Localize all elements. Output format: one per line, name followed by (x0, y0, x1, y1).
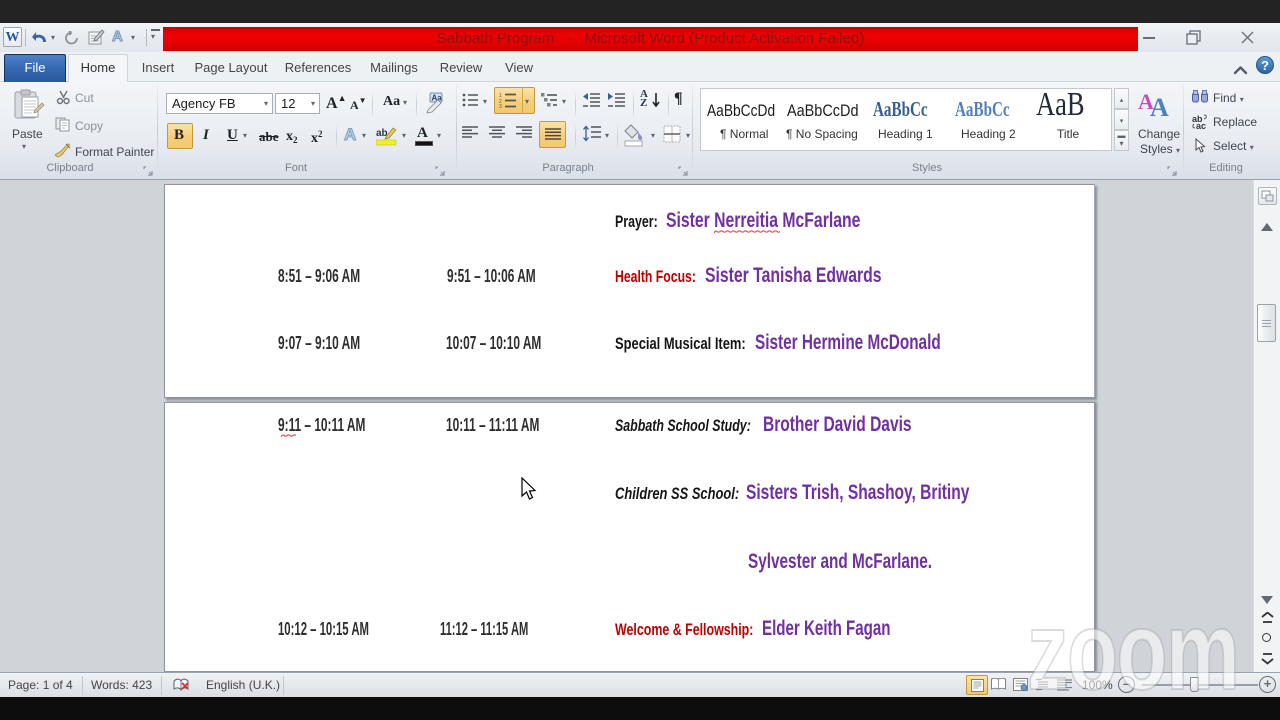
svg-text:ac: ac (1196, 121, 1206, 130)
svg-text:3: 3 (499, 104, 502, 108)
